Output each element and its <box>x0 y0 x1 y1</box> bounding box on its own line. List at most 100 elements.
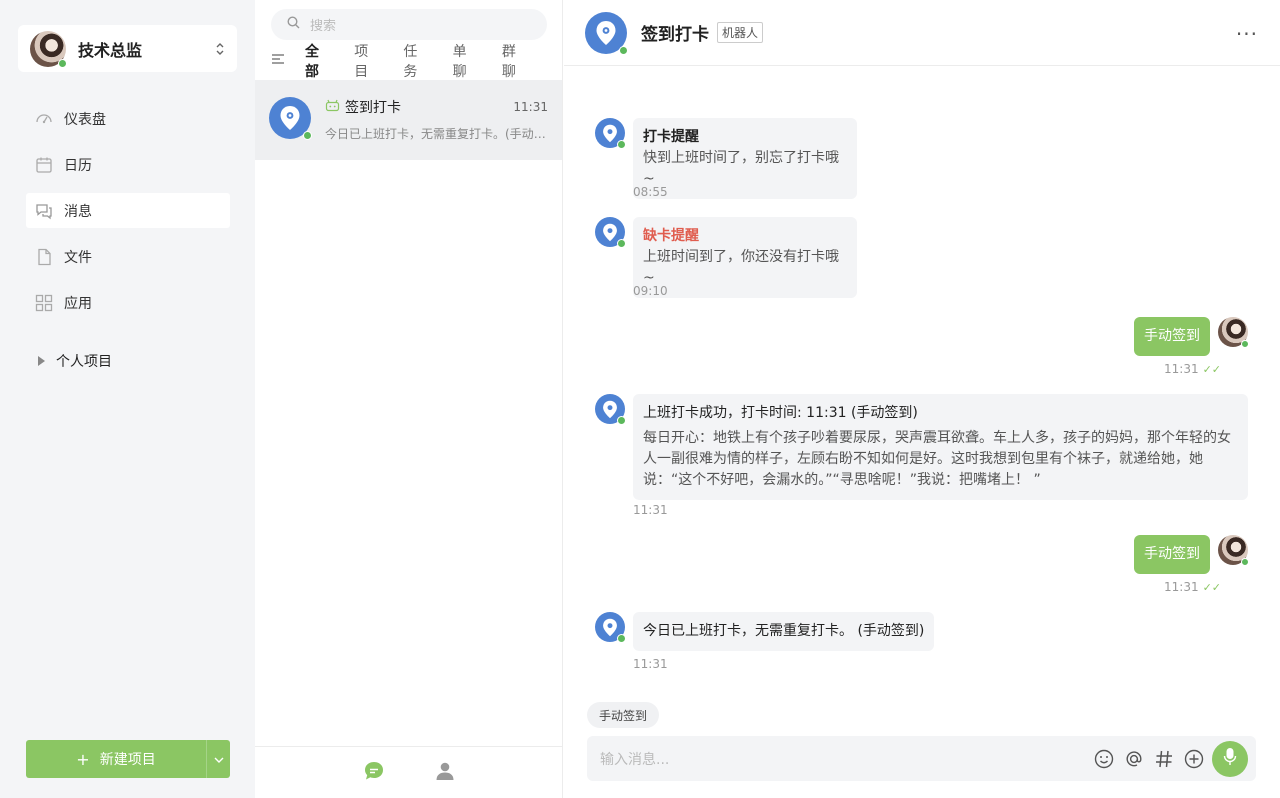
add-icon[interactable] <box>1183 748 1204 769</box>
read-check-icon: ✓✓ <box>1202 363 1222 376</box>
chevron-down-icon <box>214 751 224 767</box>
microphone-icon <box>1223 747 1237 771</box>
new-project-button[interactable]: + 新建项目 <box>26 740 206 778</box>
location-pin-icon <box>596 20 616 45</box>
online-status-dot <box>58 58 67 68</box>
main-nav: 仪表盘 日历 消息 文件 应用 <box>26 101 230 331</box>
nav-item-messages[interactable]: 消息 <box>26 193 230 228</box>
tab-tasks[interactable]: 任务 <box>403 41 428 81</box>
avatar <box>1218 317 1249 348</box>
new-project-split-button: + 新建项目 <box>26 740 230 778</box>
message-title: 缺卡提醒 <box>643 228 699 244</box>
calendar-icon <box>35 156 53 174</box>
mention-icon[interactable] <box>1123 748 1144 769</box>
quick-reply-chip[interactable]: 手动签到 <box>587 702 660 728</box>
caret-right-icon <box>38 356 45 366</box>
message-bubble: 今日已上班打卡，无需重复打卡。 (手动签到) <box>633 612 935 651</box>
nav-item-files[interactable]: 文件 <box>26 239 230 274</box>
hashtag-icon[interactable] <box>1153 748 1174 769</box>
message-composer: 输入消息... <box>587 736 1256 781</box>
bot-avatar <box>595 217 626 248</box>
personal-projects-label: 个人项目 <box>56 354 112 370</box>
dashboard-icon <box>35 110 53 128</box>
avatar <box>1218 535 1249 566</box>
user-switcher[interactable]: 技术总监 <box>18 25 237 72</box>
online-status-dot <box>617 634 626 643</box>
message-title: 上班打卡成功，打卡时间: 11:31 (手动签到) <box>643 405 918 421</box>
message-bubble-self: 手动签到 <box>1134 317 1210 356</box>
online-status-dot <box>617 239 626 248</box>
online-status-dot <box>617 416 626 425</box>
emoji-icon[interactable] <box>1093 748 1114 769</box>
message-time: 08:55 <box>633 185 668 199</box>
message-time: 09:10 <box>633 284 668 298</box>
bot-avatar[interactable] <box>585 11 628 55</box>
apps-icon <box>35 294 53 312</box>
conversation-title: 签到打卡 <box>345 100 401 116</box>
nav-item-label: 日历 <box>64 157 92 174</box>
search-input[interactable]: 搜索 <box>271 9 547 40</box>
new-project-dropdown-button[interactable] <box>206 740 230 778</box>
message-bubble: 上班打卡成功，打卡时间: 11:31 (手动签到) 每日开心：地铁上有个孩子吵着… <box>633 394 1248 500</box>
conversation-item[interactable]: 签到打卡 11:31 今日已上班打卡，无需重复打卡。(手动签到) <box>255 80 562 160</box>
voice-record-button[interactable] <box>1212 740 1248 777</box>
nav-item-apps[interactable]: 应用 <box>26 285 230 320</box>
nav-item-label: 文件 <box>64 249 92 266</box>
conversation-time: 11:31 <box>513 100 548 114</box>
online-status-dot <box>617 140 626 149</box>
search-icon <box>287 16 300 33</box>
message-bubble-self: 手动签到 <box>1134 535 1210 574</box>
robot-icon <box>325 99 340 116</box>
new-project-label: 新建项目 <box>99 752 156 768</box>
filter-tabs: 全部 项目 任务 单聊 群聊 <box>271 44 551 80</box>
nav-item-calendar[interactable]: 日历 <box>26 147 230 182</box>
message-icon <box>35 202 53 220</box>
online-status-dot <box>303 131 312 140</box>
online-status-dot <box>1241 558 1249 566</box>
conversation-preview: 今日已上班打卡，无需重复打卡。(手动签到) <box>325 127 548 141</box>
nav-item-label: 消息 <box>64 203 92 220</box>
contacts-icon[interactable] <box>435 761 455 785</box>
tab-groups[interactable]: 群聊 <box>502 41 527 81</box>
message-title: 打卡提醒 <box>643 129 699 145</box>
message-body: 上班时间到了，你还没有打卡哦~ <box>643 249 839 286</box>
switch-icon[interactable] <box>215 41 225 57</box>
chat-header: 签到打卡 机器人 ··· <box>564 0 1280 66</box>
file-icon <box>35 248 53 266</box>
bot-avatar <box>269 97 312 140</box>
message-body: 每日开心：地铁上有个孩子吵着要尿尿，哭声震耳欲聋。车上人多，孩子的妈妈，那个年轻… <box>643 430 1231 488</box>
message-time: 11:31 ✓✓ <box>1164 580 1222 594</box>
tab-direct[interactable]: 单聊 <box>453 41 478 81</box>
bot-avatar <box>595 118 626 149</box>
menu-icon[interactable] <box>271 53 285 69</box>
chat-panel: 签到打卡 机器人 ··· 打卡提醒 快到上班时间了，别忘了打卡哦~ 08:55 … <box>564 0 1280 798</box>
message-time: 11:31 ✓✓ <box>1164 362 1222 376</box>
tab-projects[interactable]: 项目 <box>354 41 379 81</box>
tab-all[interactable]: 全部 <box>305 41 330 81</box>
message-input[interactable]: 输入消息... <box>600 749 1093 769</box>
chat-bubbles-icon[interactable] <box>363 760 385 786</box>
location-pin-icon <box>280 106 300 130</box>
nav-item-dashboard[interactable]: 仪表盘 <box>26 101 230 136</box>
nav-item-label: 仪表盘 <box>64 111 106 128</box>
robot-badge: 机器人 <box>717 22 764 43</box>
message-body: 快到上班时间了，别忘了打卡哦~ <box>643 150 839 187</box>
online-status-dot <box>1241 340 1249 348</box>
more-options-icon[interactable]: ··· <box>1236 22 1258 46</box>
conversation-list-panel: 搜索 全部 项目 任务 单聊 群聊 签到打卡 11:31 今日已上班打卡，无需重… <box>255 0 563 798</box>
bot-avatar <box>595 394 626 425</box>
search-placeholder: 搜索 <box>310 19 337 34</box>
conversation-footer <box>255 746 562 798</box>
sidebar: 技术总监 仪表盘 日历 消息 文件 应用 个人项目 + 新建项目 <box>0 0 255 798</box>
plus-icon: + <box>76 749 90 769</box>
message-time: 11:31 <box>633 657 668 671</box>
chat-title: 签到打卡 <box>641 25 709 45</box>
read-check-icon: ✓✓ <box>1202 581 1222 594</box>
message-time: 11:31 <box>633 503 668 517</box>
personal-projects-toggle[interactable]: 个人项目 <box>38 351 112 371</box>
online-status-dot <box>619 45 628 55</box>
nav-item-label: 应用 <box>64 295 92 312</box>
avatar <box>30 30 67 68</box>
user-name: 技术总监 <box>78 40 143 60</box>
message-body: 今日已上班打卡，无需重复打卡。 (手动签到) <box>643 623 925 639</box>
